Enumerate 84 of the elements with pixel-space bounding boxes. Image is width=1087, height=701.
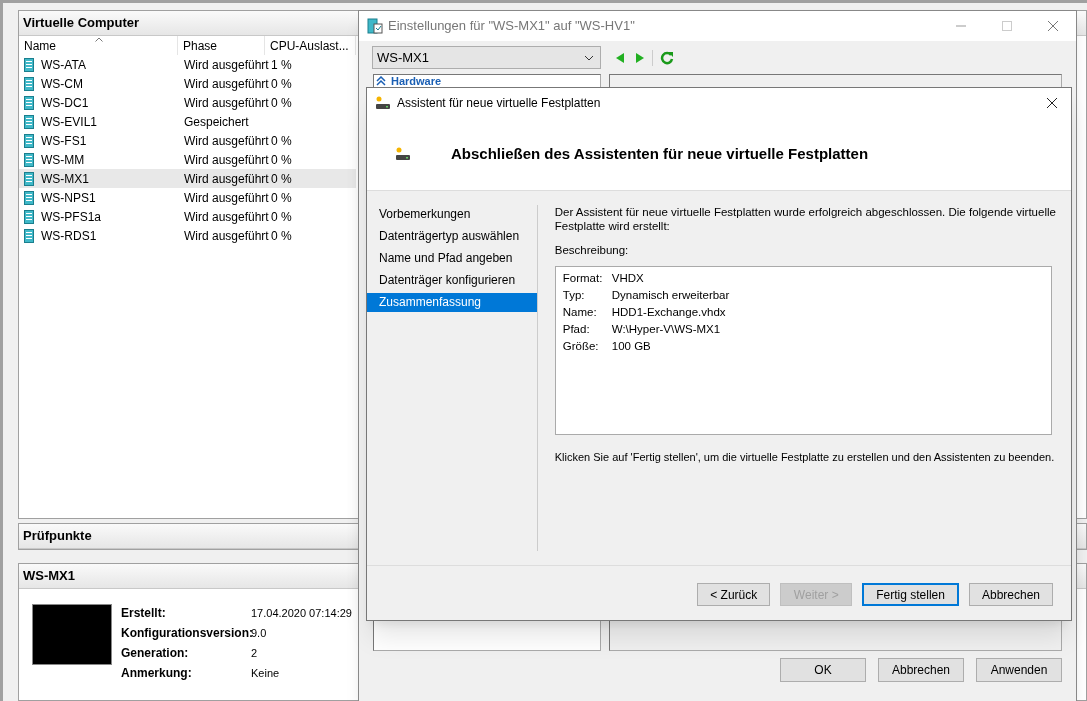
vm-name: WS-FS1: [41, 132, 87, 150]
summary-label: Größe:: [562, 339, 600, 355]
field-label: Generation:: [121, 645, 190, 662]
wizard-step[interactable]: Datenträgertyp auswählen: [367, 227, 537, 246]
vm-name: WS-MM: [41, 151, 85, 169]
summary-value: Dynamisch erweiterbar: [611, 288, 731, 304]
field-value: 2: [251, 646, 259, 661]
forward-arrow-icon[interactable]: [635, 51, 645, 64]
server-icon: [24, 171, 34, 186]
vm-row[interactable]: WS-NPS1 Wird ausgeführt 0 %: [19, 188, 356, 207]
dialog-button[interactable]: Anwenden: [976, 658, 1062, 682]
server-icon: [24, 76, 34, 91]
server-icon: [24, 95, 34, 110]
wizard-button[interactable]: < Zurück: [697, 583, 771, 606]
wizard-button[interactable]: Abbrechen: [968, 583, 1053, 606]
server-icon: [24, 209, 34, 224]
tree-heading[interactable]: Hardware: [391, 75, 442, 87]
summary-value: 100 GB: [611, 339, 652, 355]
vm-row[interactable]: WS-MX1 Wird ausgeführt 0 %: [19, 169, 356, 188]
summary-label: Name:: [562, 305, 598, 321]
server-icon: [24, 190, 34, 205]
vm-row[interactable]: WS-DC1 Wird ausgeführt 0 %: [19, 93, 356, 112]
field-label: Konfigurationsversion:: [121, 625, 251, 642]
summary-value: W:\Hyper-V\WS-MX1: [611, 322, 722, 338]
vm-select[interactable]: WS-MX1: [372, 46, 601, 69]
wizard-step[interactable]: Zusammenfassung: [367, 293, 537, 312]
panel-title: Virtuelle Computer: [23, 14, 140, 33]
server-icon: [24, 152, 34, 167]
field-value: 17.04.2020 07:14:29: [251, 606, 352, 621]
vm-row[interactable]: WS-ATA Wird ausgeführt 1 %: [19, 55, 356, 74]
vm-name: WS-NPS1: [41, 189, 96, 207]
vm-name: WS-ATA: [41, 56, 86, 74]
vm-name: WS-MX1: [41, 170, 89, 188]
wizard-step[interactable]: Vorbemerkungen: [367, 205, 537, 224]
vm-name: WS-DC1: [41, 94, 89, 112]
wizard-heading: Abschließen des Assistenten für neue virtuelle Festplatten: [451, 143, 869, 164]
vm-name: WS-RDS1: [41, 227, 97, 245]
instruction-text: Klicken Sie auf 'Fertig stellen', um die virtuelle Festplatte zu erstellen und den Assistenten zu beenden.: [554, 450, 1055, 465]
window-title: Einstellungen für "WS-MX1" auf "WS-HV1": [388, 17, 635, 36]
wizard-step[interactable]: Name und Pfad angeben: [367, 249, 537, 268]
field-value: Keine: [251, 666, 281, 681]
vm-row[interactable]: WS-EVIL1 Gespeichert: [19, 112, 356, 131]
server-icon: [24, 57, 34, 72]
summary-label: Pfad:: [562, 322, 591, 338]
server-icon: [24, 228, 34, 243]
vm-phase: Gespeichert: [183, 113, 250, 131]
vm-row[interactable]: WS-CM Wird ausgeführt 0 %: [19, 74, 356, 93]
field-value: 9.0: [251, 626, 268, 639]
server-icon: [24, 114, 34, 129]
vm-row[interactable]: WS-FS1 Wird ausgeführt 0 %: [19, 131, 356, 150]
collapse-icon[interactable]: [376, 76, 386, 86]
dialog-button[interactable]: Abbrechen: [878, 658, 964, 682]
disk-icon: [375, 96, 391, 110]
intro-text: Der Assistent für neue virtuelle Festplatten wurde erfolgreich abgeschlossen. Die folgende virtuelle Festplatte wird erstellt:: [554, 205, 1057, 233]
field-label: Anmerkung:: [121, 665, 193, 682]
summary-value: HDD1-Exchange.vhdx: [611, 305, 727, 321]
panel-title: Prüfpunkte: [23, 527, 92, 546]
disk-icon: [395, 147, 411, 161]
summary-label: Typ:: [562, 288, 586, 304]
panel-title: WS-MX1: [23, 567, 75, 586]
column-header[interactable]: CPU-Auslast...: [265, 36, 356, 55]
refresh-icon[interactable]: [660, 50, 674, 65]
vm-row[interactable]: WS-MM Wird ausgeführt 0 %: [19, 150, 356, 169]
summary-label: Format:: [562, 271, 604, 287]
description-label: Beschreibung:: [554, 243, 630, 258]
column-header[interactable]: Name: [19, 36, 178, 55]
server-icon: [24, 133, 34, 148]
vm-row[interactable]: WS-PFS1a Wird ausgeführt 0 %: [19, 207, 356, 226]
wizard-button[interactable]: Fertig stellen: [862, 583, 959, 606]
close-icon[interactable]: [1046, 97, 1058, 109]
vm-name: WS-EVIL1: [41, 113, 97, 131]
wizard-title: Assistent für neue virtuelle Festplatten: [397, 95, 601, 112]
field-label: Erstellt:: [121, 605, 167, 622]
chevron-down-icon: [584, 54, 594, 61]
vm-name: WS-CM: [41, 75, 83, 93]
column-header[interactable]: Phase: [178, 36, 265, 55]
back-arrow-icon[interactable]: [615, 51, 625, 64]
settings-icon: [367, 18, 383, 34]
wizard-step[interactable]: Datenträger konfigurieren: [367, 271, 537, 290]
dialog-button[interactable]: OK: [780, 658, 866, 682]
summary-value: VHDX: [611, 271, 645, 287]
vm-row[interactable]: WS-RDS1 Wird ausgeführt 0 %: [19, 226, 356, 245]
sort-caret-icon: [95, 37, 103, 42]
vm-name: WS-PFS1a: [41, 208, 101, 226]
